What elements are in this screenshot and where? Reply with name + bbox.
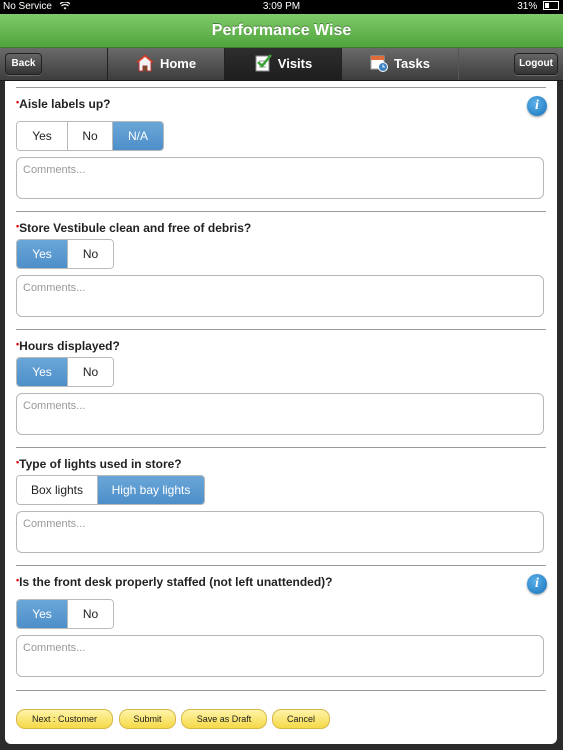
option-box-lights[interactable]: Box lights bbox=[17, 476, 98, 504]
answer-segmented-control: Yes No bbox=[16, 599, 114, 629]
question-text: Is the front desk properly staffed (not … bbox=[19, 575, 333, 589]
option-no[interactable]: No bbox=[68, 122, 113, 150]
back-button[interactable]: Back bbox=[5, 53, 42, 75]
question-text: Type of lights used in store? bbox=[19, 457, 182, 471]
answer-segmented-control: Box lights High bay lights bbox=[16, 475, 205, 505]
comments-field[interactable]: Comments... bbox=[16, 511, 544, 553]
logout-button[interactable]: Logout bbox=[514, 53, 558, 75]
question-label: •Aisle labels up? bbox=[16, 97, 111, 111]
divider bbox=[16, 211, 546, 212]
app-titlebar: Performance Wise bbox=[0, 14, 563, 48]
answer-segmented-control: Yes No bbox=[16, 357, 114, 387]
divider bbox=[16, 329, 546, 330]
option-no[interactable]: No bbox=[68, 600, 113, 628]
tab-visits-label: Visits bbox=[277, 56, 313, 71]
battery-icon bbox=[543, 1, 559, 10]
tab-home-label: Home bbox=[159, 56, 197, 71]
clock: 3:09 PM bbox=[262, 1, 301, 12]
tab-tasks-label: Tasks bbox=[394, 56, 430, 71]
comments-field[interactable]: Comments... bbox=[16, 157, 544, 199]
comments-field[interactable]: Comments... bbox=[16, 635, 544, 677]
divider bbox=[16, 690, 546, 691]
visit-form: •Aisle labels up? Yes No N/A Comments...… bbox=[5, 81, 557, 744]
next-customer-button[interactable]: Next : Customer bbox=[16, 709, 113, 729]
question-label: •Store Vestibule clean and free of debri… bbox=[16, 221, 251, 235]
tab-visits[interactable]: Visits bbox=[224, 48, 342, 80]
save-draft-button[interactable]: Save as Draft bbox=[181, 709, 267, 729]
info-icon[interactable]: i bbox=[527, 96, 547, 116]
option-yes[interactable]: Yes bbox=[17, 600, 68, 628]
question-text: Store Vestibule clean and free of debris… bbox=[19, 221, 252, 235]
divider bbox=[16, 565, 546, 566]
option-no[interactable]: No bbox=[68, 240, 113, 268]
question-text: Aisle labels up? bbox=[19, 97, 111, 111]
info-icon[interactable]: i bbox=[527, 574, 547, 594]
tab-home[interactable]: Home bbox=[107, 48, 225, 80]
option-high-bay-lights[interactable]: High bay lights bbox=[98, 476, 204, 504]
answer-segmented-control: Yes No N/A bbox=[16, 121, 164, 151]
option-yes[interactable]: Yes bbox=[17, 358, 68, 386]
battery-percent: 31% bbox=[517, 1, 538, 12]
option-na[interactable]: N/A bbox=[113, 122, 163, 150]
option-yes[interactable]: Yes bbox=[17, 240, 68, 268]
cancel-button[interactable]: Cancel bbox=[272, 709, 330, 729]
home-icon bbox=[135, 54, 154, 72]
divider bbox=[16, 87, 546, 88]
nav-bar: Back Home Visits Tasks Logout bbox=[0, 48, 563, 81]
question-text: Hours displayed? bbox=[19, 339, 120, 353]
checklist-icon bbox=[255, 54, 272, 72]
app-title: Performance Wise bbox=[211, 22, 352, 39]
option-yes[interactable]: Yes bbox=[17, 122, 68, 150]
comments-field[interactable]: Comments... bbox=[16, 275, 544, 317]
submit-button[interactable]: Submit bbox=[119, 709, 176, 729]
status-bar: No Service 3:09 PM 31% bbox=[0, 0, 563, 14]
question-label: •Type of lights used in store? bbox=[16, 457, 182, 471]
comments-field[interactable]: Comments... bbox=[16, 393, 544, 435]
question-label: •Hours displayed? bbox=[16, 339, 120, 353]
option-no[interactable]: No bbox=[68, 358, 113, 386]
answer-segmented-control: Yes No bbox=[16, 239, 114, 269]
battery-status: 31% bbox=[517, 0, 559, 14]
calendar-clock-icon bbox=[370, 55, 389, 72]
tab-tasks[interactable]: Tasks bbox=[341, 48, 459, 80]
divider bbox=[16, 447, 546, 448]
question-label: •Is the front desk properly staffed (not… bbox=[16, 575, 333, 589]
